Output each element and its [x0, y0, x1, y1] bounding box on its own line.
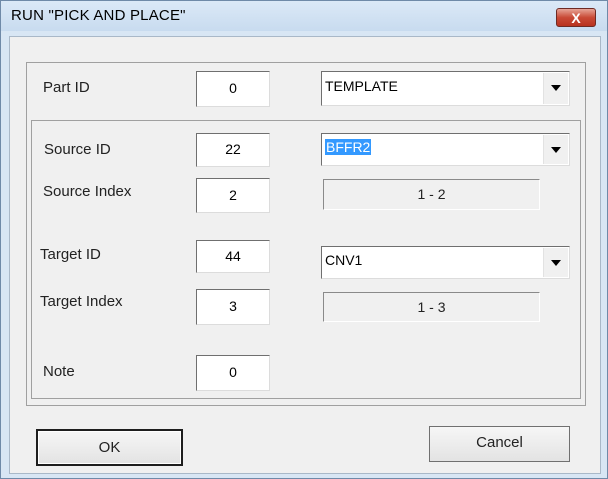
part-template-dropdown[interactable]: TEMPLATE [321, 71, 570, 106]
target-id-field[interactable]: 44 [196, 240, 270, 273]
part-id-label: Part ID [43, 79, 90, 96]
note-label: Note [43, 363, 75, 380]
target-range-display: 1 - 3 [323, 292, 540, 322]
cancel-button[interactable]: Cancel [429, 426, 570, 462]
source-range-display: 1 - 2 [323, 179, 540, 210]
note-field[interactable]: 0 [196, 355, 270, 391]
target-dropdown[interactable]: CNV1 [321, 246, 570, 279]
target-index-label: Target Index [40, 293, 123, 310]
part-template-value: TEMPLATE [325, 78, 398, 94]
chevron-down-icon[interactable] [543, 73, 568, 104]
source-dropdown-value: BFFR2 [325, 139, 372, 155]
source-index-label: Source Index [43, 183, 132, 200]
ok-button[interactable]: OK [36, 429, 183, 466]
source-index-field[interactable]: 2 [196, 178, 270, 213]
source-id-field[interactable]: 22 [196, 133, 270, 167]
title-bar[interactable]: RUN "PICK AND PLACE" X [1, 1, 607, 31]
window-title: RUN "PICK AND PLACE" [11, 7, 186, 24]
source-id-label: Source ID [44, 141, 111, 158]
close-icon: X [571, 10, 581, 26]
close-button[interactable]: X [556, 8, 596, 27]
chevron-down-icon[interactable] [543, 248, 568, 277]
target-index-field[interactable]: 3 [196, 289, 270, 325]
chevron-down-icon[interactable] [543, 135, 568, 164]
target-id-label: Target ID [40, 246, 101, 263]
target-dropdown-value: CNV1 [325, 252, 363, 268]
source-dropdown[interactable]: BFFR2 [321, 133, 570, 166]
part-id-field[interactable]: 0 [196, 71, 270, 107]
